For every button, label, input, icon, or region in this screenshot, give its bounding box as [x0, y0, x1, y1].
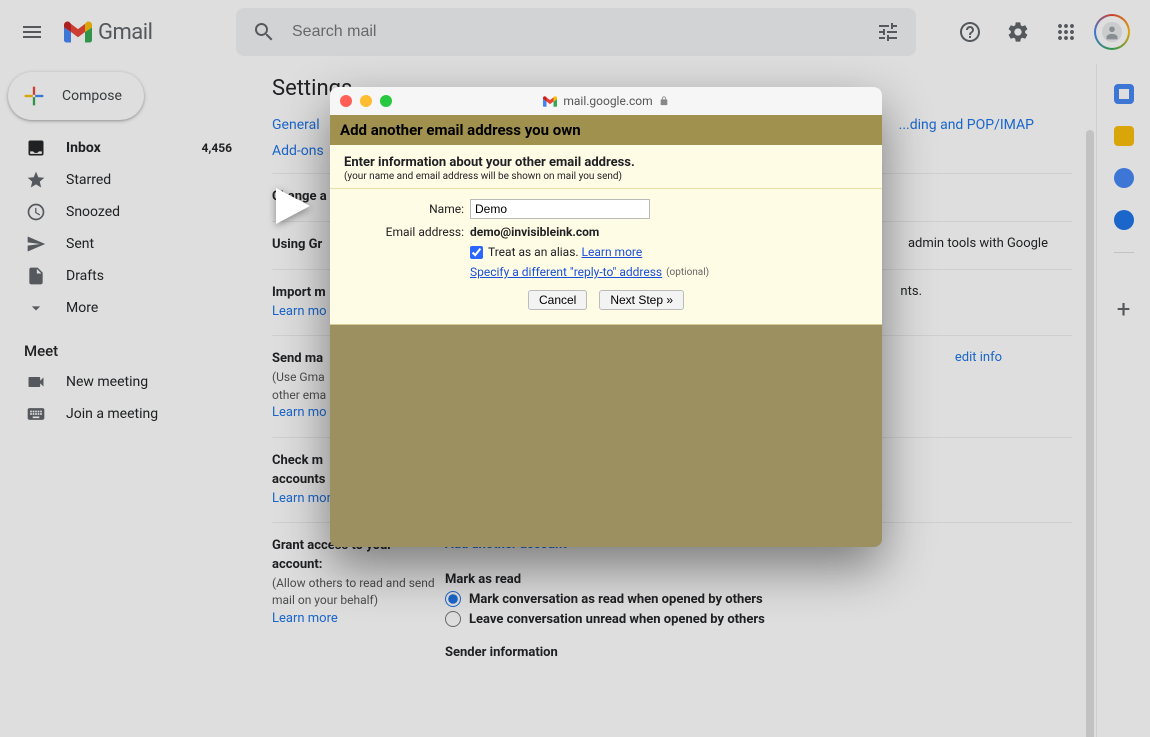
- email-value: demo@invisibleink.com: [470, 225, 599, 239]
- email-label: Email address:: [344, 225, 470, 239]
- window-titlebar: mail.google.com: [330, 87, 882, 115]
- reply-to-link[interactable]: Specify a different "reply-to" address: [470, 265, 662, 279]
- dialog-subheading: (your name and email address will be sho…: [344, 171, 868, 182]
- next-step-button[interactable]: Next Step »: [599, 290, 684, 310]
- cancel-button[interactable]: Cancel: [528, 290, 587, 310]
- dialog-title: Add another email address you own: [340, 121, 872, 139]
- play-cursor-icon: [276, 188, 310, 224]
- dialog-heading: Enter information about your other email…: [344, 155, 868, 170]
- gmail-favicon-icon: [543, 96, 557, 107]
- alias-checkbox[interactable]: [470, 246, 483, 259]
- alias-learn-more-link[interactable]: Learn more: [582, 245, 643, 259]
- optional-label: (optional): [666, 267, 709, 278]
- lock-icon: [659, 95, 669, 107]
- name-label: Name:: [344, 202, 470, 216]
- add-email-dialog: mail.google.com Add another email addres…: [330, 87, 882, 547]
- window-url: mail.google.com: [563, 94, 652, 108]
- name-input[interactable]: [470, 199, 650, 219]
- alias-label: Treat as an alias.: [488, 245, 579, 259]
